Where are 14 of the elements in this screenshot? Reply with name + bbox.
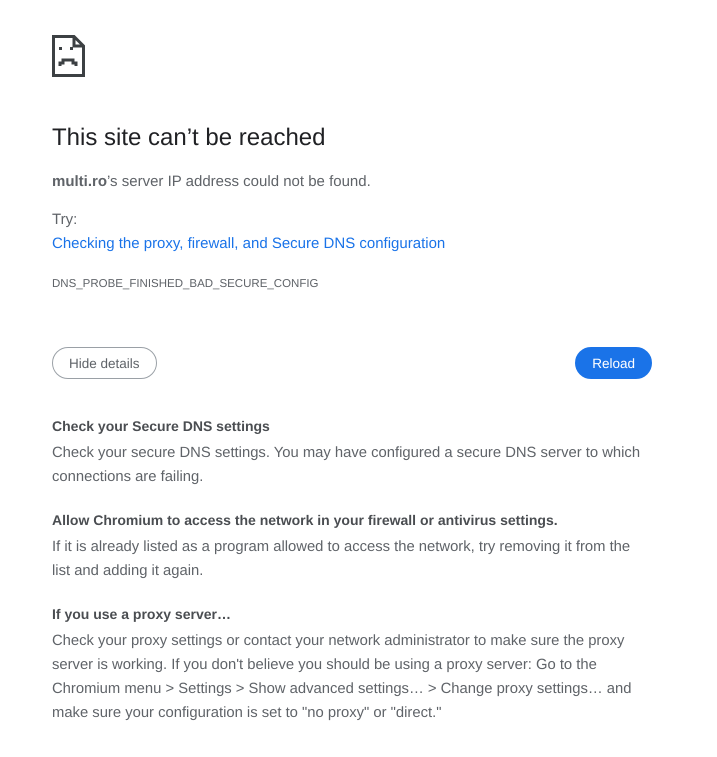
- detail-title: Check your Secure DNS settings: [52, 417, 270, 436]
- detail-text: Check your secure DNS settings. You may have configured a secure DNS server to which connections are failing.: [52, 444, 642, 487]
- hide-details-button[interactable]: Hide details: [52, 347, 157, 379]
- detail-text: Check your proxy settings or contact your network administrator to make sure the proxy server is working. If you don't believe you should be using a proxy server: Go to the Chromium menu > Settings > Show advanced settings… > Change proxy settings… and make sure your configuration is set to "no proxy" or "direct.": [52, 632, 632, 723]
- detail-text: If it is already listed as a program allowed to access the network, try removing it from the list and adding it again.: [52, 538, 632, 581]
- sad-page-icon: [52, 35, 85, 77]
- detail-title: If you use a proxy server…: [52, 605, 231, 624]
- reload-button[interactable]: Reload: [575, 347, 652, 379]
- error-summary: multi.ro’s server IP address could not be found.: [52, 172, 371, 192]
- error-code: DNS_PROBE_FINISHED_BAD_SECURE_CONFIG: [52, 277, 318, 292]
- suggestion-link[interactable]: Checking the proxy, firewall, and Secure DNS configuration: [52, 232, 446, 256]
- detail-title: Allow Chromium to access the network in your firewall or antivirus settings.: [52, 511, 558, 530]
- page-heading: This site can’t be reached: [52, 123, 326, 153]
- try-label: Try:: [52, 210, 78, 230]
